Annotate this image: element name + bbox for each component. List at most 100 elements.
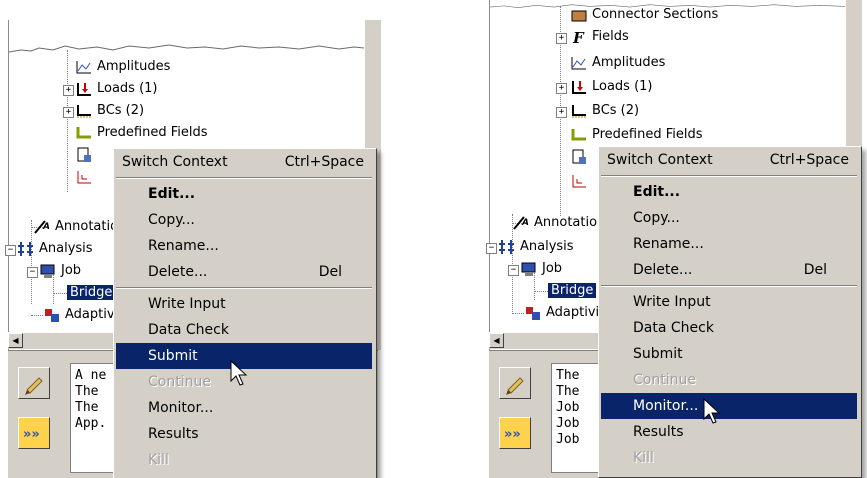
message-line: The: [556, 368, 580, 383]
menu-item-label: Submit: [633, 346, 683, 362]
menu-item-shortcut: Del: [803, 262, 827, 278]
tree-item-label: Fields: [592, 29, 629, 44]
menu-separator: [116, 287, 372, 289]
expand-loads[interactable]: +: [63, 85, 74, 96]
menu-item-rename[interactable]: Rename...: [601, 231, 857, 257]
pencil-button[interactable]: [18, 367, 50, 399]
expand-messages-button[interactable]: »»: [499, 417, 531, 449]
tree-item-bridge[interactable]: Bridge: [548, 280, 597, 302]
expand-fields[interactable]: +: [556, 33, 567, 44]
tree-item-label: Analysis: [520, 239, 574, 254]
annotation-icon: A: [513, 216, 529, 230]
tree-item-label: Job: [542, 261, 563, 276]
menu-item-continue[interactable]: Continue: [601, 367, 857, 393]
fields-f-icon: F: [572, 29, 585, 45]
tree-item-label: BCs (2): [592, 103, 640, 118]
right-screenshot-panel: Connector Sections + F Fields Amplitudes…: [485, 0, 867, 478]
menu-item-shortcut: Ctrl+Space: [284, 154, 364, 170]
menu-item-write-input[interactable]: Write Input: [116, 291, 372, 317]
menu-item-kill[interactable]: Kill: [601, 445, 857, 471]
svg-text:F: F: [572, 29, 585, 45]
expand-messages-button[interactable]: »»: [18, 417, 50, 449]
collapse-job[interactable]: −: [508, 265, 519, 276]
left-screenshot-panel: Amplitudes + Loads (1) + BCs (2) Predefi…: [0, 0, 430, 478]
menu-item-copy[interactable]: Copy...: [601, 205, 857, 231]
menu-item-copy[interactable]: Copy...: [116, 207, 372, 233]
menu-item-switch-context[interactable]: Switch Context Ctrl+Space: [601, 147, 857, 173]
message-line: App.: [75, 416, 107, 431]
collapse-job[interactable]: −: [27, 267, 38, 278]
constraint-icon: [77, 171, 91, 184]
analysis-icon: [18, 242, 33, 256]
expand-loads[interactable]: +: [556, 83, 567, 94]
menu-item-edit[interactable]: Edit...: [116, 181, 372, 207]
menu-item-submit[interactable]: Submit: [601, 341, 857, 367]
menu-item-data-check[interactable]: Data Check: [601, 315, 857, 341]
menu-item-delete[interactable]: Delete... Del: [116, 259, 372, 285]
menu-item-results[interactable]: Results: [601, 419, 857, 445]
collapse-analysis[interactable]: −: [5, 245, 16, 256]
document-icon: [77, 147, 91, 162]
menu-separator: [116, 177, 372, 179]
menu-item-label: Switch Context: [122, 154, 228, 170]
constraint-icon: [572, 175, 586, 188]
message-line: Job: [556, 400, 580, 415]
analysis-icon: [499, 240, 514, 254]
menu-item-kill[interactable]: Kill: [116, 447, 372, 473]
menu-item-label: Continue: [633, 372, 696, 388]
amplitude-icon: [571, 57, 586, 70]
menu-item-label: Results: [633, 424, 684, 440]
menu-item-monitor[interactable]: Monitor...: [601, 393, 857, 419]
tree-item-label: Loads (1): [97, 81, 158, 96]
context-menu: Switch Context Ctrl+Space Edit... Copy..…: [113, 148, 377, 478]
menu-item-label: Rename...: [148, 238, 219, 254]
menu-item-monitor[interactable]: Monitor...: [116, 395, 372, 421]
menu-item-edit[interactable]: Edit...: [601, 179, 857, 205]
menu-item-label: Kill: [148, 452, 169, 468]
torn-edge: [9, 20, 364, 54]
message-line: Job: [556, 416, 580, 431]
menu-item-label: Continue: [148, 374, 211, 390]
field-icon: [76, 127, 91, 139]
menu-item-shortcut: Del: [318, 264, 342, 280]
tree-item-bridge[interactable]: Bridge: [67, 282, 116, 304]
message-line: A ne: [75, 368, 107, 383]
tree-item-label: Analysis: [39, 241, 93, 256]
expand-bcs[interactable]: +: [63, 107, 74, 118]
menu-item-label: Copy...: [148, 212, 195, 228]
message-line: Job: [556, 432, 580, 447]
menu-item-label: Edit...: [148, 186, 196, 202]
scroll-left-button[interactable]: ◀: [489, 333, 504, 348]
menu-item-data-check[interactable]: Data Check: [116, 317, 372, 343]
menu-item-rename[interactable]: Rename...: [116, 233, 372, 259]
menu-item-label: Write Input: [148, 296, 226, 312]
svg-text:A: A: [42, 222, 50, 232]
tree-item-label-selected: Bridge: [548, 283, 597, 298]
svg-text:»»: »»: [504, 427, 521, 442]
expand-bcs[interactable]: +: [556, 107, 567, 118]
amplitude-icon: [76, 61, 91, 74]
job-icon: [40, 264, 55, 278]
menu-item-switch-context[interactable]: Switch Context Ctrl+Space: [116, 149, 372, 175]
message-line: The: [556, 384, 580, 399]
bc-icon: [77, 105, 91, 118]
message-line: The: [75, 400, 99, 415]
document-icon: [572, 149, 586, 164]
menu-item-label: Monitor...: [633, 398, 699, 414]
menu-item-write-input[interactable]: Write Input: [601, 289, 857, 315]
tree-item-label: Amplitudes: [592, 55, 666, 70]
menu-item-label: Submit: [148, 348, 198, 364]
tree-item-label: Predefined Fields: [592, 127, 703, 142]
menu-item-label: Switch Context: [607, 152, 713, 168]
bc-icon: [572, 105, 586, 118]
svg-text:A: A: [521, 218, 529, 228]
menu-item-results[interactable]: Results: [116, 421, 372, 447]
menu-item-label: Data Check: [148, 322, 229, 338]
collapse-analysis[interactable]: −: [486, 243, 497, 254]
scroll-left-button[interactable]: ◀: [8, 333, 23, 348]
field-icon: [571, 129, 586, 141]
pencil-button[interactable]: [499, 367, 531, 399]
load-icon: [77, 83, 91, 96]
menu-item-delete[interactable]: Delete... Del: [601, 257, 857, 283]
tree-item-label: Amplitudes: [97, 59, 171, 74]
